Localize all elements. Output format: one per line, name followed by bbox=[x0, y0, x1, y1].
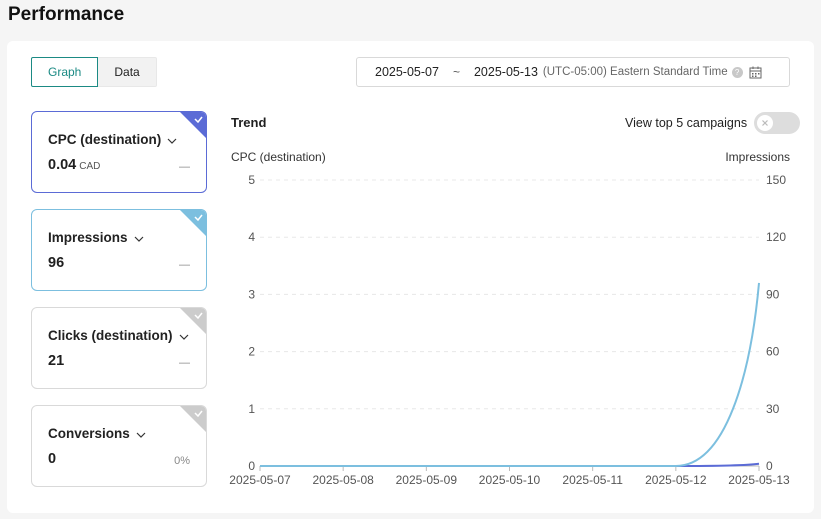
y-right-tick-label: 150 bbox=[766, 173, 786, 187]
y-right-tick-label: 0 bbox=[766, 459, 773, 473]
x-tick-label: 2025-05-09 bbox=[396, 473, 458, 487]
x-tick-label: 2025-05-12 bbox=[645, 473, 707, 487]
y-right-axis-title: Impressions bbox=[725, 150, 790, 164]
y-left-tick-label: 4 bbox=[248, 230, 255, 244]
x-tick-label: 2025-05-11 bbox=[562, 473, 623, 487]
series-line-impressions bbox=[260, 282, 760, 467]
x-tick-label: 2025-05-07 bbox=[229, 473, 291, 487]
y-left-axis-title: CPC (destination) bbox=[231, 150, 326, 164]
page-title: Performance bbox=[8, 4, 125, 25]
y-left-tick-label: 5 bbox=[248, 173, 255, 187]
y-right-tick-label: 60 bbox=[766, 345, 780, 359]
performance-card: Graph Data 2025-05-07 ~ 2025-05-13 (UTC-… bbox=[7, 41, 814, 513]
x-tick-label: 2025-05-13 bbox=[728, 473, 790, 487]
y-left-tick-label: 0 bbox=[248, 459, 255, 473]
y-left-tick-label: 3 bbox=[248, 287, 255, 301]
y-left-tick-label: 2 bbox=[248, 345, 255, 359]
y-right-tick-label: 90 bbox=[766, 287, 780, 301]
y-left-tick-label: 1 bbox=[248, 402, 255, 416]
trend-chart: CPC (destination) Impressions 0 1 2 3 4 5 0 30… bbox=[229, 150, 790, 487]
y-right-tick-label: 120 bbox=[766, 230, 786, 244]
x-tick-label: 2025-05-08 bbox=[312, 473, 374, 487]
y-right-tick-label: 30 bbox=[766, 402, 780, 416]
x-tick-label: 2025-05-10 bbox=[479, 473, 541, 487]
